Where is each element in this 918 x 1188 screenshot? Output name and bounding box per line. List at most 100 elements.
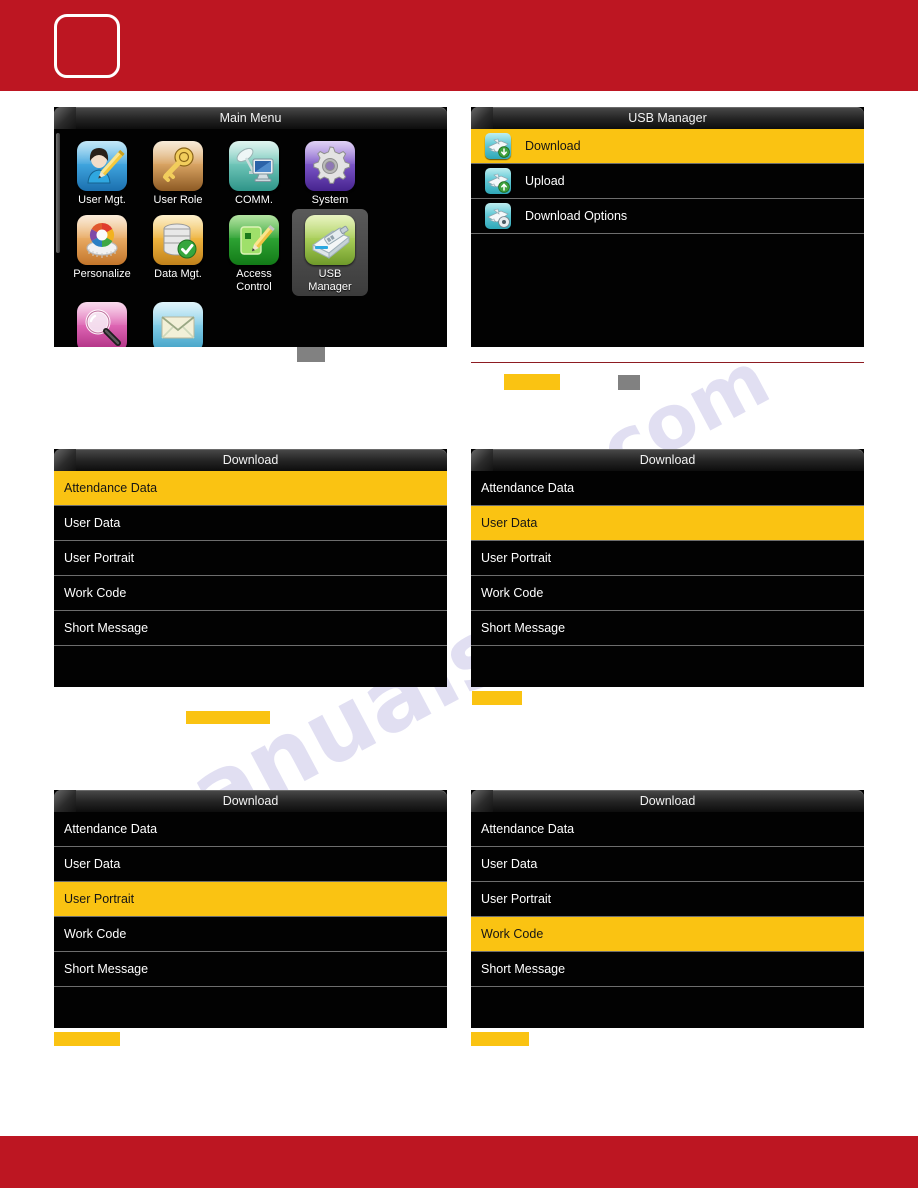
download-list-item-label: Short Message <box>481 962 566 976</box>
download-panel-4: Download Attendance Data User Data User Po… <box>471 790 864 1028</box>
download-list-item-work-code[interactable]: Work Code <box>54 576 447 611</box>
download-panel-3-title-bar: Download <box>54 790 447 812</box>
redaction-mark-yellow-1 <box>504 374 560 390</box>
download-list-item-label: Short Message <box>64 621 149 635</box>
menu-item-label: USB Manager <box>308 268 352 293</box>
logo-placeholder <box>54 14 120 78</box>
section-rule <box>471 362 864 363</box>
menu-item-label: COMM. <box>235 194 273 206</box>
download-list-item-label: Work Code <box>64 927 127 941</box>
bottom-banner <box>0 1136 918 1188</box>
database-check-icon <box>153 215 203 265</box>
gear-icon <box>305 141 355 191</box>
menu-item-comm[interactable]: COMM. <box>216 135 292 209</box>
download-panel-1-title: Download <box>222 453 279 467</box>
download-list-item-attendance-data[interactable]: Attendance Data <box>471 471 864 506</box>
download-panel-2-title-bar: Download <box>471 449 864 471</box>
download-panel-3-title: Download <box>222 794 279 808</box>
main-menu-icon-grid: User Mgt. User Role COMM. System Persona… <box>54 129 447 347</box>
main-menu-panel: Main Menu User Mgt. User Role COMM. Syst… <box>54 107 447 347</box>
envelope-icon <box>153 302 203 347</box>
download-list-item-user-portrait[interactable]: User Portrait <box>54 882 447 917</box>
download-panel-2-list: Attendance Data User Data User Portrait Wor… <box>471 471 864 687</box>
download-list-item-label: User Data <box>64 516 121 530</box>
download-panel-2-title: Download <box>639 453 696 467</box>
download-panel-4-title-bar: Download <box>471 790 864 812</box>
download-list-item-label: Attendance Data <box>481 481 575 495</box>
download-list-item-label: User Portrait <box>481 551 552 565</box>
download-list-item-short-message[interactable]: Short Message <box>471 611 864 646</box>
download-panel-1-list: Attendance Data User Data User Portrait Wor… <box>54 471 447 687</box>
card-edit-icon <box>229 215 279 265</box>
color-wheel-icon <box>77 215 127 265</box>
menu-item-label: Data Mgt. <box>154 268 202 280</box>
menu-item-label: System <box>311 194 349 206</box>
download-panel-4-title: Download <box>639 794 696 808</box>
download-list-item-attendance-data[interactable]: Attendance Data <box>471 812 864 847</box>
menu-item-label: Access Control <box>236 268 272 293</box>
download-list-item-attendance-data[interactable]: Attendance Data <box>54 812 447 847</box>
menu-item-label: Personalize <box>73 268 131 280</box>
download-list-item-label: Attendance Data <box>64 481 158 495</box>
user-edit-icon <box>77 141 127 191</box>
download-list-item-label: User Data <box>481 516 538 530</box>
usb-list-item-upload[interactable]: Upload <box>471 164 864 199</box>
magnifier-icon <box>77 302 127 347</box>
menu-item-personalize[interactable]: Personalize <box>64 209 140 296</box>
download-list-item-user-data[interactable]: User Data <box>471 506 864 541</box>
download-list-item-label: User Data <box>64 857 121 871</box>
download-list-item-user-portrait[interactable]: User Portrait <box>471 882 864 917</box>
menu-item-data-mgt[interactable]: Data Mgt. <box>140 209 216 296</box>
redaction-mark-yellow-3 <box>472 691 522 705</box>
download-list-item-label: User Portrait <box>64 892 135 906</box>
download-list-item-label: Work Code <box>481 927 544 941</box>
download-panel-2: Download Attendance Data User Data User Po… <box>471 449 864 687</box>
menu-item-short-message[interactable]: ShortMessage <box>140 296 216 347</box>
download-list-item-user-data[interactable]: User Data <box>54 506 447 541</box>
usb-manager-title-bar: USB Manager <box>471 107 864 129</box>
menu-item-user-role[interactable]: User Role <box>140 135 216 209</box>
download-list-item-label: Work Code <box>481 586 544 600</box>
download-list-item-work-code[interactable]: Work Code <box>471 917 864 952</box>
network-icon <box>229 141 279 191</box>
key-icon <box>153 141 203 191</box>
usb-manager-list: Download Upload Download Options <box>471 129 864 347</box>
plane-options-icon <box>485 203 511 229</box>
download-list-item-label: Short Message <box>481 621 566 635</box>
download-list-item-short-message[interactable]: Short Message <box>471 952 864 987</box>
download-list-empty-area <box>471 987 864 1028</box>
download-list-item-label: User Portrait <box>481 892 552 906</box>
menu-item-user-mgt[interactable]: User Mgt. <box>64 135 140 209</box>
usb-list-item-label: Upload <box>525 174 565 188</box>
download-list-item-short-message[interactable]: Short Message <box>54 611 447 646</box>
usb-list-item-download-options[interactable]: Download Options <box>471 199 864 234</box>
redaction-mark-yellow-4 <box>54 1032 120 1046</box>
menu-item-system[interactable]: System <box>292 135 368 209</box>
download-panel-4-list: Attendance Data User Data User Portrait Wor… <box>471 812 864 1028</box>
download-panel-3: Download Attendance Data User Data User Po… <box>54 790 447 1028</box>
download-list-item-work-code[interactable]: Work Code <box>471 576 864 611</box>
menu-item-label: User Mgt. <box>78 194 126 206</box>
usb-list-item-download[interactable]: Download <box>471 129 864 164</box>
top-banner <box>0 0 918 91</box>
download-list-item-user-portrait[interactable]: User Portrait <box>471 541 864 576</box>
usb-drive-icon <box>305 215 355 265</box>
menu-item-usb-manager[interactable]: USB Manager <box>292 209 368 296</box>
menu-item-access-control[interactable]: Access Control <box>216 209 292 296</box>
download-list-item-work-code[interactable]: Work Code <box>54 917 447 952</box>
usb-list-item-label: Download <box>525 139 581 153</box>
usb-list-empty-area <box>471 234 864 347</box>
download-list-item-attendance-data[interactable]: Attendance Data <box>54 471 447 506</box>
download-list-item-label: Short Message <box>64 962 149 976</box>
download-list-item-user-data[interactable]: User Data <box>471 847 864 882</box>
download-list-item-user-portrait[interactable]: User Portrait <box>54 541 447 576</box>
menu-item-attendance-search[interactable]: AttendanceSearch <box>64 296 140 347</box>
download-panel-1: Download Attendance Data User Data User Po… <box>54 449 447 687</box>
menu-item-label: User Role <box>153 194 203 206</box>
main-menu-body: User Mgt. User Role COMM. System Persona… <box>54 129 447 347</box>
download-list-item-label: Attendance Data <box>481 822 575 836</box>
download-list-empty-area <box>54 646 447 687</box>
download-list-item-user-data[interactable]: User Data <box>54 847 447 882</box>
main-menu-title: Main Menu <box>219 111 282 125</box>
download-list-item-short-message[interactable]: Short Message <box>54 952 447 987</box>
